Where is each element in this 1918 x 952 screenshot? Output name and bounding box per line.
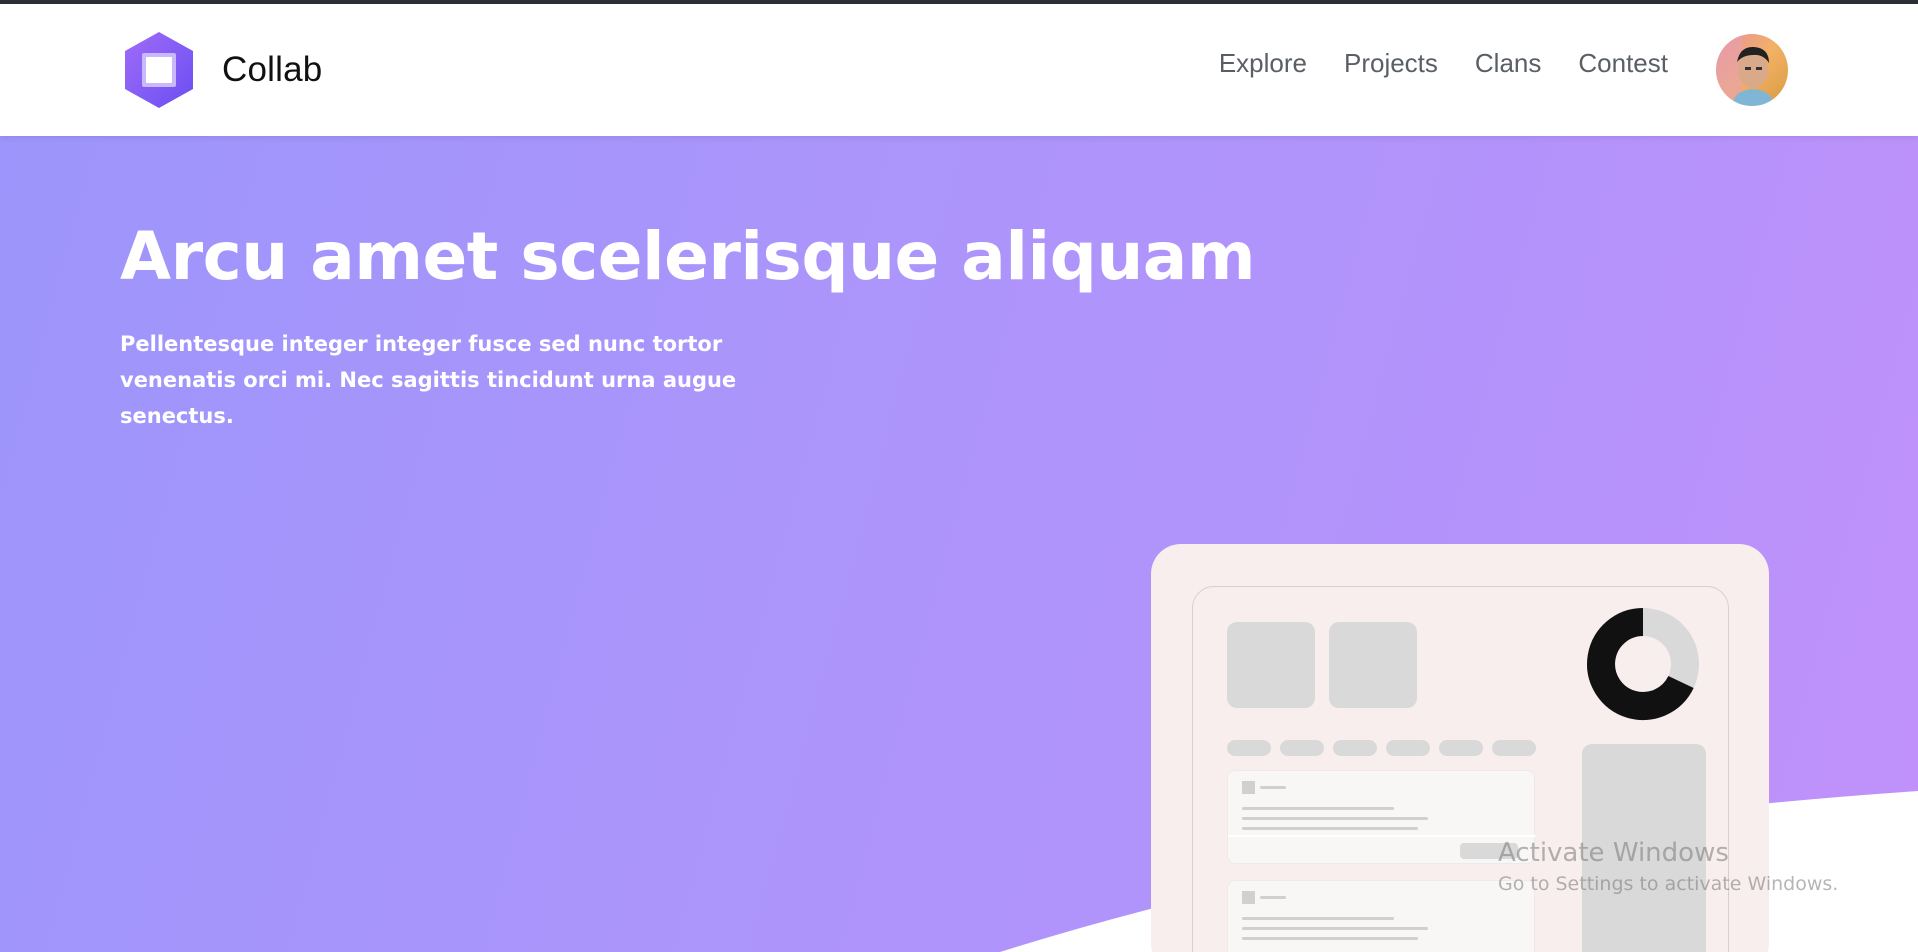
illustration-pill [1439, 740, 1483, 756]
illustration-tile [1227, 622, 1315, 708]
nav-projects[interactable]: Projects [1344, 48, 1438, 79]
user-avatar[interactable] [1716, 34, 1788, 106]
illustration-tile [1329, 622, 1417, 708]
hexagon-logo-icon [125, 32, 193, 108]
illustration-pill [1386, 740, 1430, 756]
illustration-row [1227, 770, 1536, 864]
main-nav: Explore Projects Clans Contest [1219, 48, 1668, 79]
activation-watermark: Activate Windows Go to Settings to activ… [1498, 836, 1838, 898]
illustration-row-line [1242, 917, 1394, 920]
illustration-row-line [1242, 817, 1428, 820]
illustration-row-square [1242, 891, 1255, 904]
illustration-row-line [1260, 896, 1286, 899]
watermark-subtitle: Go to Settings to activate Windows. [1498, 873, 1839, 895]
nav-clans[interactable]: Clans [1475, 48, 1541, 79]
illustration-row-line [1260, 786, 1286, 789]
illustration-row-line [1242, 927, 1428, 930]
hero-subtitle: Pellentesque integer integer fusce sed n… [120, 332, 737, 428]
illustration-row-line [1228, 835, 1536, 837]
illustration-row-line [1242, 807, 1394, 810]
illustration-row-line [1242, 937, 1418, 940]
navbar: Collab Explore Projects Clans Contest [0, 4, 1918, 136]
donut-chart-icon [1587, 608, 1699, 720]
illustration-pill [1280, 740, 1324, 756]
hero-title: Arcu amet scelerisque aliquam [120, 218, 1256, 295]
illustration-row-square [1242, 781, 1255, 794]
illustration-pill [1333, 740, 1377, 756]
illustration-pill [1492, 740, 1536, 756]
hero-section: Arcu amet scelerisque aliquam Pellentesq… [0, 136, 1918, 952]
nav-contest[interactable]: Contest [1578, 48, 1668, 79]
illustration-pill [1227, 740, 1271, 756]
watermark-title: Activate Windows [1498, 838, 1729, 868]
brand-name: Collab [222, 50, 323, 89]
illustration-row [1227, 880, 1535, 952]
illustration-row-line [1242, 827, 1418, 830]
avatar-image [1716, 34, 1788, 106]
brand[interactable]: Collab [122, 30, 322, 110]
nav-explore[interactable]: Explore [1219, 48, 1307, 79]
